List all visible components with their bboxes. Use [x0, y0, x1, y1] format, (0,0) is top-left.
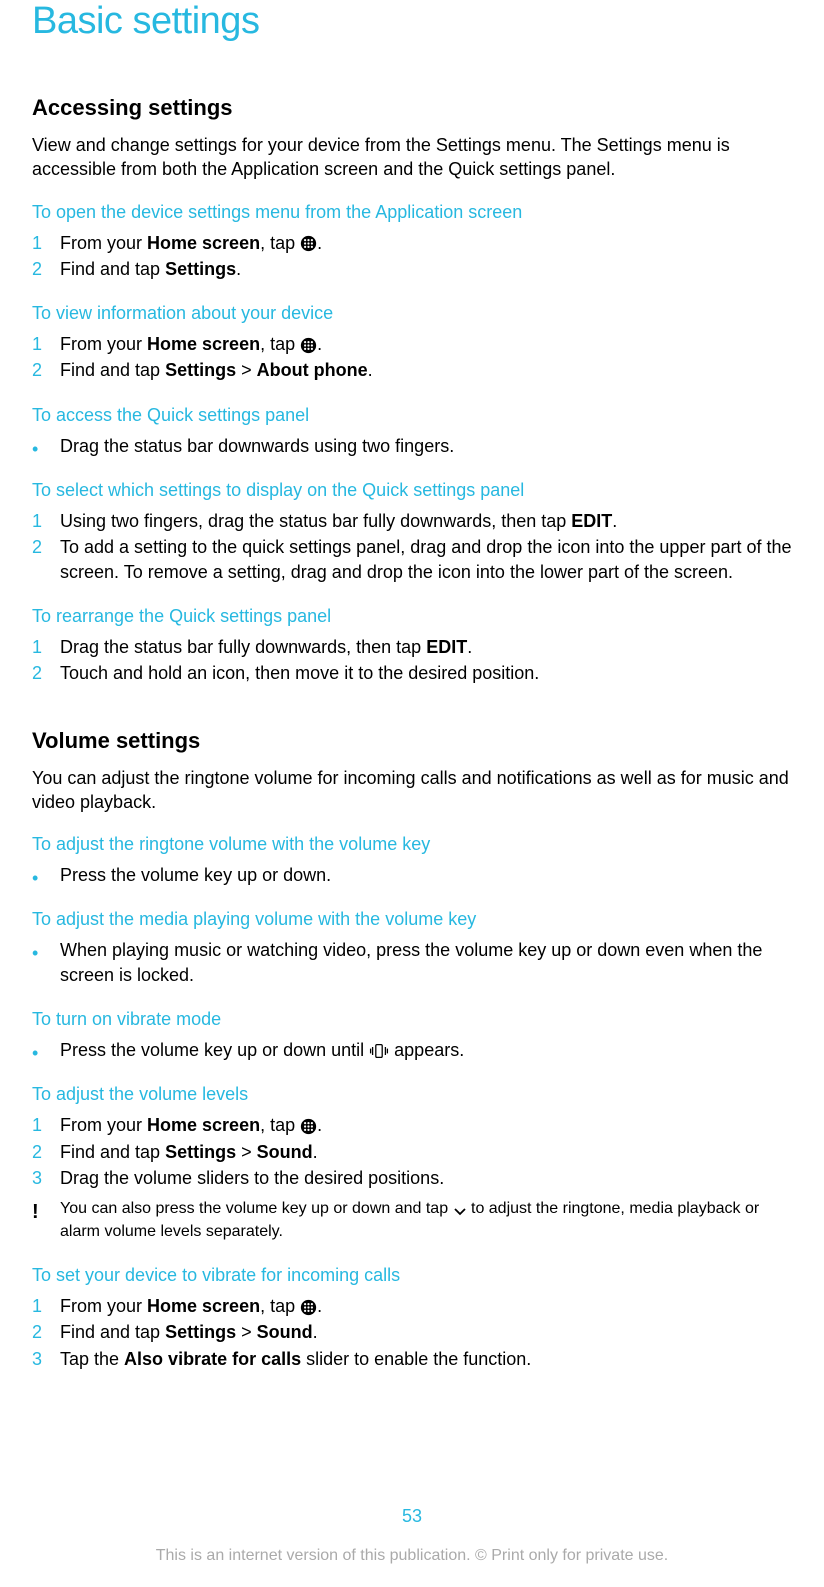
list-item: 2To add a setting to the quick settings … [32, 535, 792, 584]
step-list: •When playing music or watching video, p… [32, 938, 792, 987]
chevron-down-icon [453, 1202, 467, 1216]
step-number: 1 [32, 332, 60, 356]
heading-accessing-settings: Accessing settings [32, 95, 792, 121]
list-item: 1Drag the status bar fully downwards, th… [32, 635, 792, 659]
bullet-icon: • [32, 863, 60, 887]
step-number: 1 [32, 635, 60, 659]
list-item: 2Touch and hold an icon, then move it to… [32, 661, 792, 685]
section-desc: View and change settings for your device… [32, 133, 792, 182]
list-item: •Press the volume key up or down. [32, 863, 792, 887]
apps-icon [300, 337, 317, 354]
step-number: 2 [32, 257, 60, 281]
instr-heading: To adjust the ringtone volume with the v… [32, 834, 792, 855]
step-list: 1Drag the status bar fully downwards, th… [32, 635, 792, 686]
step-number: 1 [32, 1113, 60, 1137]
bullet-icon: • [32, 1038, 60, 1062]
step-list: 1From your Home screen, tap . 2Find and … [32, 332, 792, 383]
step-number: 2 [32, 358, 60, 382]
step-number: 2 [32, 661, 60, 685]
step-list: •Press the volume key up or down until a… [32, 1038, 792, 1062]
bullet-icon: • [32, 938, 60, 987]
list-item: 1From your Home screen, tap . [32, 332, 792, 356]
step-number: 2 [32, 1140, 60, 1164]
instr-heading: To view information about your device [32, 303, 792, 324]
step-number: 3 [32, 1166, 60, 1190]
step-number: 3 [32, 1347, 60, 1371]
step-list: •Press the volume key up or down. [32, 863, 792, 887]
list-item: 1Using two fingers, drag the status bar … [32, 509, 792, 533]
instr-heading: To adjust the volume levels [32, 1084, 792, 1105]
apps-icon [300, 1118, 317, 1135]
apps-icon [300, 235, 317, 252]
step-number: 2 [32, 1320, 60, 1344]
list-item: •When playing music or watching video, p… [32, 938, 792, 987]
list-item: 1From your Home screen, tap . [32, 231, 792, 255]
step-list: 1From your Home screen, tap . 2Find and … [32, 231, 792, 282]
footer-disclaimer: This is an internet version of this publ… [0, 1547, 824, 1565]
instr-heading: To access the Quick settings panel [32, 405, 792, 426]
important-icon: ! [32, 1198, 60, 1243]
vibrate-icon [369, 1043, 389, 1059]
step-number: 1 [32, 231, 60, 255]
note: ! You can also press the volume key up o… [32, 1198, 792, 1243]
instr-heading: To adjust the media playing volume with … [32, 909, 792, 930]
list-item: 2Find and tap Settings. [32, 257, 792, 281]
list-item: 2Find and tap Settings > About phone. [32, 358, 792, 382]
list-item: •Drag the status bar downwards using two… [32, 434, 792, 458]
list-item: 1From your Home screen, tap . [32, 1113, 792, 1137]
step-number: 1 [32, 1294, 60, 1318]
step-list: 1Using two fingers, drag the status bar … [32, 509, 792, 584]
bullet-icon: • [32, 434, 60, 458]
list-item: •Press the volume key up or down until a… [32, 1038, 792, 1062]
page-number: 53 [0, 1506, 824, 1527]
step-list: 1From your Home screen, tap . 2Find and … [32, 1294, 792, 1371]
list-item: 1From your Home screen, tap . [32, 1294, 792, 1318]
section-desc: You can adjust the ringtone volume for i… [32, 766, 792, 815]
list-item: 2Find and tap Settings > Sound. [32, 1320, 792, 1344]
instr-heading: To open the device settings menu from th… [32, 202, 792, 223]
heading-volume-settings: Volume settings [32, 728, 792, 754]
apps-icon [300, 1299, 317, 1316]
instr-heading: To set your device to vibrate for incomi… [32, 1265, 792, 1286]
step-number: 1 [32, 509, 60, 533]
step-list: •Drag the status bar downwards using two… [32, 434, 792, 458]
list-item: 3Tap the Also vibrate for calls slider t… [32, 1347, 792, 1371]
list-item: 2Find and tap Settings > Sound. [32, 1140, 792, 1164]
step-list: 1From your Home screen, tap . 2Find and … [32, 1113, 792, 1190]
instr-heading: To rearrange the Quick settings panel [32, 606, 792, 627]
page-title: Basic settings [32, 0, 792, 43]
instr-heading: To turn on vibrate mode [32, 1009, 792, 1030]
step-number: 2 [32, 535, 60, 584]
list-item: 3Drag the volume sliders to the desired … [32, 1166, 792, 1190]
instr-heading: To select which settings to display on t… [32, 480, 792, 501]
